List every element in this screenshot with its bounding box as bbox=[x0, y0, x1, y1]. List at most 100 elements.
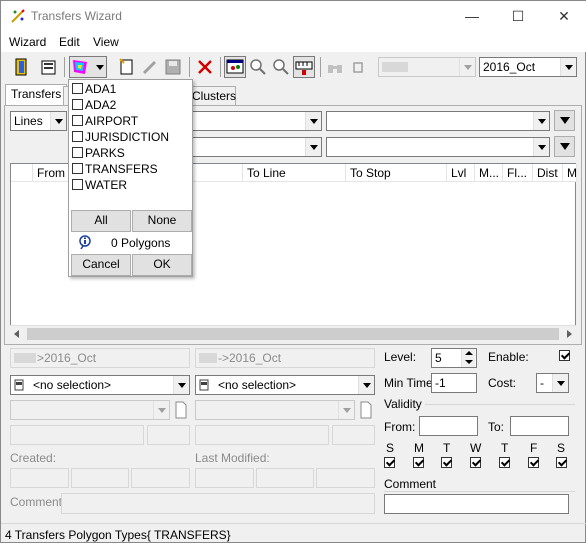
level-label: Level: bbox=[384, 350, 417, 364]
to-line-combo[interactable]: <no selection> bbox=[195, 375, 375, 395]
to-stop-combo[interactable] bbox=[195, 400, 355, 420]
tab-clusters[interactable]: Clusters bbox=[186, 86, 236, 106]
refresh-button[interactable] bbox=[347, 56, 369, 78]
measure-button[interactable] bbox=[293, 56, 315, 78]
menu-edit[interactable]: Edit bbox=[59, 35, 80, 49]
schedule-value: 2016_Oct bbox=[483, 60, 536, 74]
column-header-dist[interactable]: Dist bbox=[533, 164, 563, 182]
close-button[interactable]: ✕ bbox=[541, 1, 586, 32]
from-stop-filter-combo[interactable] bbox=[191, 137, 322, 157]
minimize-button[interactable]: — bbox=[449, 1, 495, 32]
apply-filter-button-2[interactable] bbox=[554, 136, 575, 157]
maximize-button[interactable]: ☐ bbox=[495, 1, 541, 32]
checkbox[interactable] bbox=[72, 131, 83, 142]
from-filter-combo[interactable] bbox=[191, 111, 322, 131]
day-wednesday-checkbox[interactable] bbox=[470, 457, 481, 468]
document-icon[interactable] bbox=[174, 401, 188, 419]
menu-view[interactable]: View bbox=[93, 35, 119, 49]
from-line-combo[interactable]: <no selection> bbox=[10, 375, 190, 395]
properties-button[interactable] bbox=[38, 56, 60, 78]
polygon-type-label: ADA1 bbox=[85, 82, 117, 96]
checkbox[interactable] bbox=[72, 99, 83, 110]
cancel-button[interactable]: Cancel bbox=[71, 254, 131, 276]
checkbox[interactable] bbox=[72, 163, 83, 174]
edit-button[interactable] bbox=[139, 56, 161, 78]
from-stop-combo[interactable] bbox=[10, 400, 170, 420]
select-all-button[interactable]: All bbox=[71, 210, 131, 232]
day-saturday-checkbox[interactable] bbox=[556, 457, 567, 468]
column-header-blank[interactable] bbox=[11, 164, 33, 182]
column-header-m[interactable]: M... bbox=[475, 164, 503, 182]
window-title: Transfers Wizard bbox=[31, 9, 122, 23]
comment-field[interactable] bbox=[384, 494, 569, 514]
agency-combo[interactable] bbox=[378, 57, 476, 77]
scroll-left-icon[interactable] bbox=[14, 330, 19, 338]
checkbox[interactable] bbox=[72, 147, 83, 158]
apply-filter-button-1[interactable] bbox=[554, 110, 575, 131]
toolbar-separator bbox=[64, 57, 65, 77]
zoom-in-button[interactable] bbox=[247, 56, 269, 78]
scrollbar-thumb[interactable] bbox=[27, 328, 559, 340]
day-sunday-checkbox[interactable] bbox=[384, 457, 395, 468]
from-schedule-value: >2016_Oct bbox=[37, 351, 97, 365]
tab-transfers[interactable]: Transfers bbox=[5, 84, 68, 106]
polygon-type-label: PARKS bbox=[85, 146, 125, 160]
schedule-combo[interactable]: 2016_Oct bbox=[479, 57, 577, 77]
redacted-text bbox=[14, 353, 36, 363]
min-time-field[interactable]: -1 bbox=[431, 373, 477, 393]
to-stop-filter-combo[interactable] bbox=[326, 137, 550, 157]
ok-button[interactable]: OK bbox=[132, 254, 192, 276]
to-date-field[interactable] bbox=[510, 416, 569, 436]
polygon-type-parks[interactable]: PARKS bbox=[72, 146, 125, 162]
from-date-field[interactable] bbox=[419, 416, 478, 436]
delete-button[interactable] bbox=[194, 56, 216, 78]
map-view-button[interactable] bbox=[224, 56, 246, 78]
checkbox[interactable] bbox=[72, 83, 83, 94]
column-header-to-stop[interactable]: To Stop bbox=[346, 164, 447, 182]
to-detail-field bbox=[195, 425, 329, 445]
redacted-text bbox=[199, 353, 217, 363]
day-tuesday-checkbox[interactable] bbox=[441, 457, 452, 468]
polygon-type-ada2[interactable]: ADA2 bbox=[72, 98, 116, 114]
new-button[interactable] bbox=[115, 56, 137, 78]
day-monday-label: M bbox=[414, 441, 424, 455]
level-spinner[interactable]: 5 bbox=[431, 348, 477, 368]
document-icon[interactable] bbox=[359, 401, 373, 419]
polygon-type-ada1[interactable]: ADA1 bbox=[72, 82, 116, 98]
select-none-button[interactable]: None bbox=[132, 210, 192, 232]
modified-time-field bbox=[316, 468, 375, 488]
day-thursday-checkbox[interactable] bbox=[499, 457, 510, 468]
created-by-field bbox=[10, 468, 69, 488]
chevron-down-icon bbox=[153, 401, 169, 419]
spin-arrows-icon[interactable] bbox=[461, 349, 475, 367]
zoom-out-button[interactable] bbox=[270, 56, 292, 78]
open-folder-button[interactable] bbox=[10, 56, 32, 78]
day-friday-checkbox[interactable] bbox=[528, 457, 539, 468]
cost-combo[interactable]: - bbox=[536, 373, 569, 393]
checkbox[interactable] bbox=[72, 115, 83, 126]
binoculars-button[interactable] bbox=[324, 56, 346, 78]
scroll-right-icon[interactable] bbox=[567, 330, 572, 338]
column-header-m2[interactable]: M bbox=[563, 164, 577, 182]
menu-wizard[interactable]: Wizard bbox=[9, 35, 46, 49]
column-header-fl[interactable]: Fl... bbox=[503, 164, 533, 182]
polygon-types-dropdown-button[interactable] bbox=[69, 56, 107, 78]
arrow-down-icon bbox=[560, 117, 570, 124]
horizontal-scrollbar[interactable] bbox=[10, 325, 576, 342]
polygon-type-jurisdiction[interactable]: JURISDICTION bbox=[72, 130, 169, 146]
column-header-to-line[interactable]: To Line bbox=[243, 164, 346, 182]
checkbox[interactable] bbox=[72, 179, 83, 190]
save-button[interactable] bbox=[162, 56, 184, 78]
to-filter-combo[interactable] bbox=[326, 111, 550, 131]
info-icon bbox=[79, 235, 91, 249]
polygon-type-water[interactable]: WATER bbox=[72, 178, 127, 194]
chevron-down-icon bbox=[173, 376, 189, 394]
day-monday-checkbox[interactable] bbox=[413, 457, 424, 468]
polygon-type-transfers[interactable]: TRANSFERS bbox=[72, 162, 158, 178]
chevron-down-icon bbox=[560, 58, 576, 76]
mode-combo[interactable]: Lines bbox=[10, 111, 67, 131]
from-date-label: From: bbox=[384, 420, 416, 434]
enable-checkbox[interactable] bbox=[559, 350, 570, 361]
column-header-lvl[interactable]: Lvl bbox=[447, 164, 475, 182]
polygon-type-airport[interactable]: AIRPORT bbox=[72, 114, 138, 130]
